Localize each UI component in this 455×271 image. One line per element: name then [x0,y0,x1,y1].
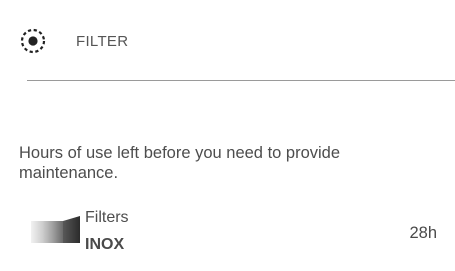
divider [27,80,455,81]
header-title: FILTER [76,32,129,50]
item-title: Filters [85,209,129,226]
hours-left-value: 28h [409,224,437,242]
item-subtitle: INOX [85,236,125,253]
filter-target-icon [18,26,48,56]
filter-cartridge-image [31,216,80,243]
maintenance-description: Hours of use left before you need to pro… [19,144,341,182]
filter-item-row[interactable]: Filters INOX 28h [0,205,455,260]
filter-header: FILTER [18,24,128,58]
